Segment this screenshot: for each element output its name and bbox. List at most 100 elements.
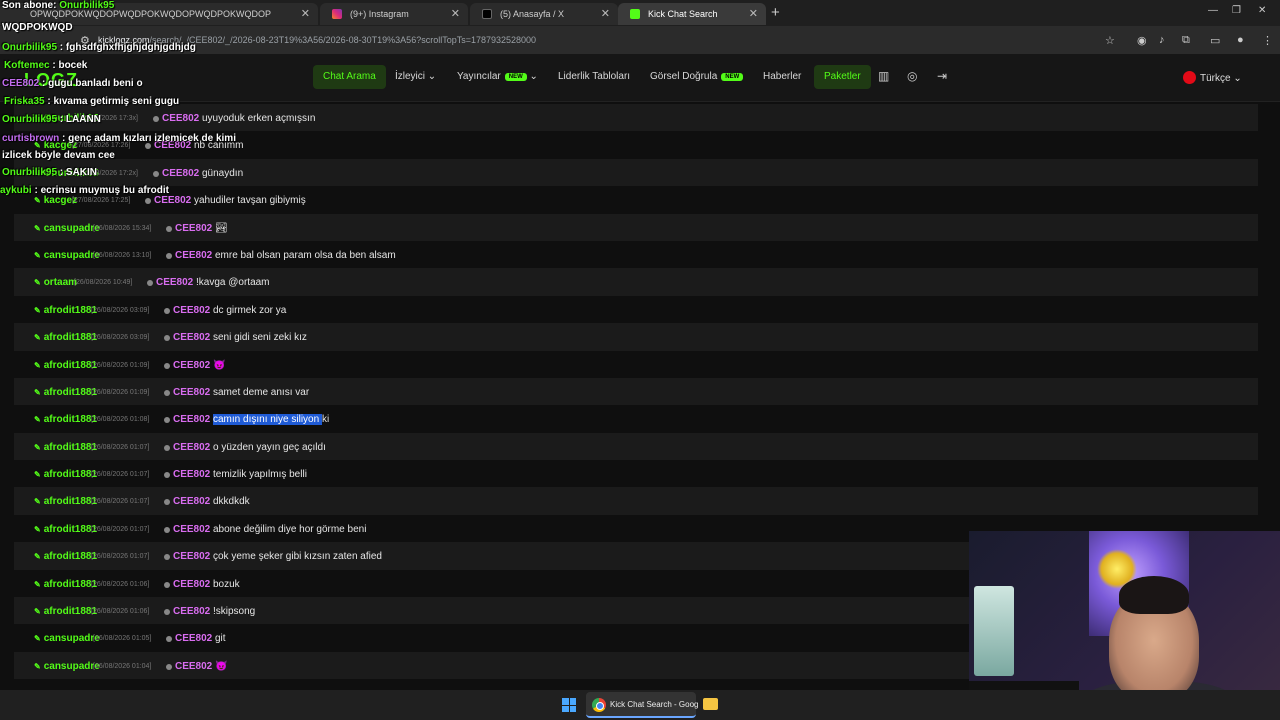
nav-chat-arama[interactable]: Chat Arama: [313, 65, 386, 89]
message-text: çok yeme şeker gibi kızsın zaten afied: [213, 551, 382, 563]
tab-instagram[interactable]: (9+) Instagram ✕: [320, 3, 468, 25]
discord-icon[interactable]: ◎: [907, 69, 917, 83]
username[interactable]: afrodit1881: [34, 496, 97, 507]
minimize-icon[interactable]: —: [1208, 5, 1218, 16]
windows-start-icon[interactable]: [562, 698, 576, 712]
nav-gorsel-dogrula[interactable]: Görsel Doğrula NEW: [650, 71, 744, 82]
username[interactable]: afrodit1881: [34, 332, 97, 343]
channel-name[interactable]: CEE802: [173, 360, 210, 371]
nav-label: İzleyici: [395, 71, 426, 82]
username[interactable]: afrodit1881: [34, 387, 97, 398]
username[interactable]: cansupadre: [34, 250, 100, 261]
username[interactable]: afrodit1881: [34, 442, 97, 453]
star-icon[interactable]: ☆: [1105, 34, 1115, 47]
username[interactable]: afrodit1881: [34, 551, 97, 562]
close-window-icon[interactable]: ✕: [1258, 5, 1266, 16]
channel-name[interactable]: CEE802: [154, 195, 191, 206]
close-icon[interactable]: ✕: [451, 7, 460, 20]
close-icon[interactable]: ✕: [601, 7, 610, 20]
channel-name[interactable]: CEE802: [173, 496, 210, 507]
username[interactable]: afrodit1881: [34, 414, 97, 425]
username[interactable]: cansupadre: [34, 661, 100, 672]
channel-name[interactable]: CEE802: [175, 250, 212, 261]
status-dot: [147, 280, 153, 287]
channel-name[interactable]: CEE802: [173, 551, 210, 562]
username[interactable]: cansupadre: [34, 633, 100, 644]
nav-izleyici[interactable]: İzleyici ⌄: [395, 71, 436, 82]
timestamp: [27/08/2026 17:3x]: [80, 115, 138, 122]
username[interactable]: afrodit1881: [34, 606, 97, 617]
site-logo[interactable]: LOGZ: [24, 70, 78, 91]
profile-avatar[interactable]: ●: [1237, 34, 1244, 46]
username[interactable]: cansupadre: [34, 223, 100, 234]
language-selector[interactable]: Türkçe ⌄: [1183, 71, 1242, 84]
status-dot: [164, 526, 170, 533]
maximize-icon[interactable]: ❐: [1232, 5, 1241, 16]
new-badge: NEW: [504, 73, 527, 81]
new-tab-button[interactable]: +: [771, 4, 780, 21]
username[interactable]: kacgez: [34, 195, 77, 206]
taskbar-chrome-item[interactable]: Kick Chat Search - Goog: [586, 692, 698, 718]
sidebar-icon[interactable]: ▭: [1210, 34, 1220, 47]
username[interactable]: afrodit1881: [34, 524, 97, 535]
close-icon[interactable]: ✕: [749, 7, 758, 20]
status-dot: [166, 663, 172, 670]
channel-name[interactable]: CEE802: [162, 113, 199, 124]
nav-paketler[interactable]: Paketler: [814, 65, 871, 89]
stats-icon[interactable]: ▥: [878, 69, 889, 83]
tab-x[interactable]: (5) Anasayfa / X ✕: [470, 3, 618, 25]
tab-kick-chat-search[interactable]: Kick Chat Search ✕: [618, 3, 766, 25]
channel-name[interactable]: CEE802: [173, 579, 210, 590]
channel-name[interactable]: CEE802: [154, 140, 191, 151]
puzzle-icon[interactable]: ⧉: [1182, 34, 1190, 47]
chevron-down-icon: ⌄: [427, 71, 437, 82]
status-dot: [164, 307, 170, 314]
channel-name[interactable]: CEE802: [173, 305, 210, 316]
channel-name[interactable]: CEE802: [175, 661, 212, 672]
username[interactable]: afrodit1881: [34, 469, 97, 480]
nav-yayincilar[interactable]: Yayıncılar NEW ⌄: [457, 71, 538, 82]
tab-1[interactable]: ✕ OPWQDPOKWQDOPWQDPOKWQDOPWQDPOKWQDOP: [0, 3, 318, 25]
username[interactable]: afrodit1881: [34, 305, 97, 316]
tab-label: (5) Anasayfa / X: [500, 9, 565, 19]
menu-icon[interactable]: ⋮: [1262, 34, 1273, 47]
username[interactable]: afrodit1881: [34, 579, 97, 590]
channel-name[interactable]: CEE802: [175, 223, 212, 234]
status-dot: [166, 225, 172, 232]
status-dot: [164, 417, 170, 424]
url-field[interactable]: kicklogz.com/search/_/CEE802/_/2026-08-2…: [98, 35, 536, 45]
status-dot: [164, 554, 170, 561]
channel-name[interactable]: CEE802: [173, 387, 210, 398]
message-text: dkkdkdk: [213, 496, 250, 508]
channel-name[interactable]: CEE802: [173, 442, 210, 453]
message-text: dc girmek zor ya: [213, 304, 287, 316]
monitor: [974, 586, 1014, 676]
channel-name[interactable]: CEE802: [156, 277, 193, 288]
timestamp: [26/08/2026 01:09]: [91, 388, 150, 396]
channel-name[interactable]: CEE802: [173, 332, 210, 343]
channel-name[interactable]: CEE802: [173, 414, 210, 425]
extension-icon[interactable]: ◉: [1137, 34, 1147, 47]
turkey-flag-icon: [1183, 71, 1196, 84]
nav-haberler[interactable]: Haberler: [763, 71, 801, 82]
audio-icon[interactable]: ♪: [1159, 34, 1165, 46]
close-icon[interactable]: ✕: [301, 7, 310, 20]
username[interactable]: ortaam: [34, 277, 77, 288]
nav-liderlik[interactable]: Liderlik Tabloları: [558, 71, 630, 82]
file-explorer-icon[interactable]: [703, 698, 718, 710]
channel-name[interactable]: CEE802: [173, 606, 210, 617]
timestamp: [27/08/2026 17:2x]: [80, 169, 138, 177]
login-icon[interactable]: ⇥: [937, 69, 947, 83]
chat-message-row: cansupadre[26/08/2026 13:10] CEE802emre b…: [14, 241, 1258, 268]
message-text: camın dışını niye siliyon ki: [213, 414, 329, 426]
username[interactable]: kacgez: [34, 140, 77, 151]
channel-name[interactable]: CEE802: [162, 168, 199, 179]
channel-name[interactable]: CEE802: [173, 469, 210, 480]
url-path: /search/_/CEE802/_/2026-08-23T19%3A56/20…: [149, 35, 537, 45]
site-info-icon[interactable]: ⚙: [80, 34, 90, 47]
channel-name[interactable]: CEE802: [173, 524, 210, 535]
browser-tabbar: ✕ OPWQDPOKWQDOPWQDPOKWQDOPWQDPOKWQDOP (9…: [0, 0, 1280, 26]
timestamp: [26/08/2026 03:09]: [91, 334, 150, 342]
username[interactable]: afrodit1881: [34, 360, 97, 371]
channel-name[interactable]: CEE802: [175, 633, 212, 644]
